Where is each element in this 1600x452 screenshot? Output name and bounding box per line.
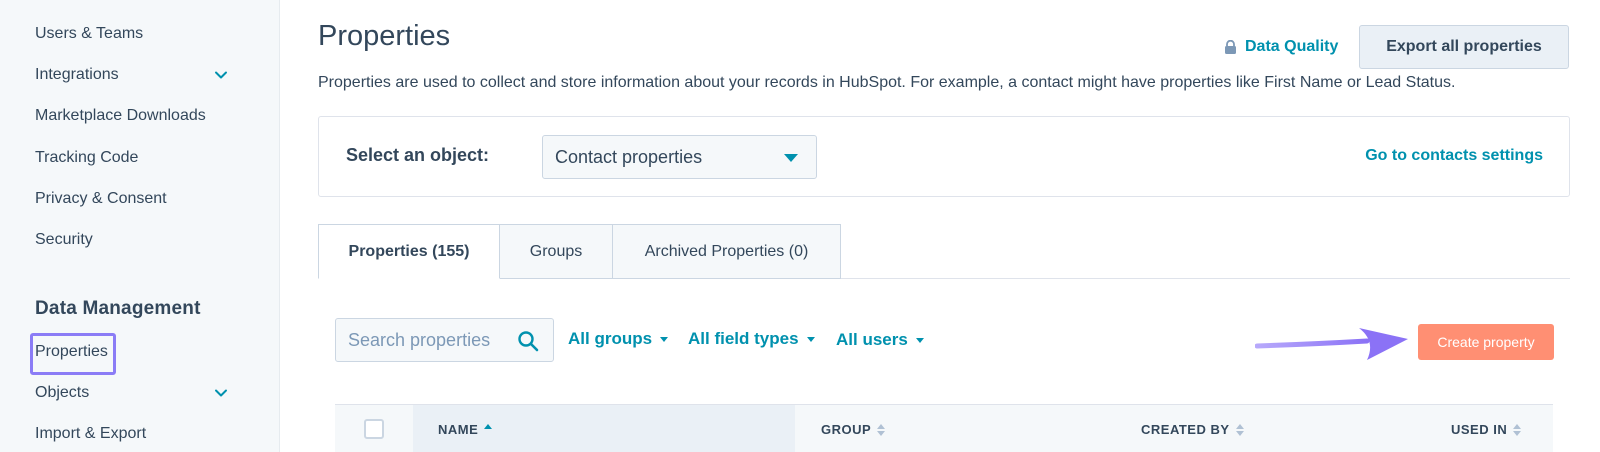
- sort-icon: [484, 423, 493, 436]
- search-box: [335, 318, 554, 362]
- page-title: Properties: [318, 20, 451, 52]
- tab-groups[interactable]: Groups: [499, 224, 613, 279]
- sidebar-item-properties[interactable]: Properties: [35, 341, 108, 363]
- all-groups-filter[interactable]: All groups: [568, 329, 669, 349]
- sort-icon: [877, 423, 886, 436]
- column-name-label: NAME: [438, 422, 479, 437]
- data-quality-label: Data Quality: [1245, 38, 1339, 55]
- column-header-name[interactable]: NAME: [438, 422, 493, 437]
- all-field-types-label: All field types: [688, 329, 799, 348]
- caret-down-icon: [660, 336, 669, 342]
- sidebar-item-privacy-consent[interactable]: Privacy & Consent: [35, 188, 167, 210]
- all-users-filter[interactable]: All users: [836, 330, 924, 350]
- all-users-label: All users: [836, 330, 908, 349]
- select-all-checkbox[interactable]: [364, 419, 384, 439]
- object-selector-label: Select an object:: [346, 145, 490, 165]
- object-select-dropdown[interactable]: Contact properties: [542, 135, 817, 179]
- sidebar-item-integrations[interactable]: Integrations: [35, 64, 119, 86]
- object-selector-panel: Select an object: Contact properties Go …: [318, 116, 1570, 197]
- tab-properties[interactable]: Properties (155): [318, 224, 500, 279]
- tab-archived-properties[interactable]: Archived Properties (0): [612, 224, 841, 279]
- column-group-label: GROUP: [821, 422, 872, 437]
- column-used-in-label: USED IN: [1451, 422, 1508, 437]
- table-header: NAME GROUP CREATED BY USED IN: [335, 404, 1553, 452]
- sort-icon: [1235, 423, 1244, 436]
- sidebar-item-objects[interactable]: Objects: [35, 382, 89, 404]
- caret-down-icon: [806, 336, 815, 342]
- page-description: Properties are used to collect and store…: [318, 74, 1456, 91]
- export-all-properties-button[interactable]: Export all properties: [1359, 25, 1569, 69]
- column-header-created-by[interactable]: CREATED BY: [1141, 422, 1244, 437]
- chevron-down-icon[interactable]: [213, 385, 229, 401]
- all-groups-label: All groups: [568, 329, 653, 348]
- object-select-value: Contact properties: [555, 146, 703, 167]
- lock-icon: [1225, 39, 1236, 54]
- search-input[interactable]: [336, 319, 516, 361]
- caret-down-icon: [784, 154, 798, 162]
- search-icon[interactable]: [517, 330, 539, 352]
- column-header-group[interactable]: GROUP: [821, 422, 886, 437]
- sidebar-item-marketplace-downloads[interactable]: Marketplace Downloads: [35, 105, 206, 127]
- sidebar-item-users-teams[interactable]: Users & Teams: [35, 23, 143, 45]
- sidebar-item-security[interactable]: Security: [35, 229, 93, 251]
- caret-down-icon: [915, 337, 924, 343]
- sidebar-item-tracking-code[interactable]: Tracking Code: [35, 147, 138, 169]
- column-header-used-in[interactable]: USED IN: [1451, 422, 1522, 437]
- data-quality-link[interactable]: Data Quality: [1224, 36, 1338, 58]
- column-created-by-label: CREATED BY: [1141, 422, 1230, 437]
- contacts-settings-link[interactable]: Go to contacts settings: [1365, 147, 1543, 165]
- annotation-arrow-icon: [1255, 328, 1408, 360]
- sort-icon: [1513, 423, 1522, 436]
- chevron-down-icon[interactable]: [213, 67, 229, 83]
- create-property-button[interactable]: Create property: [1418, 324, 1554, 360]
- sidebar-section-title: Data Management: [35, 298, 201, 319]
- sidebar-item-import-export[interactable]: Import & Export: [35, 423, 146, 445]
- all-field-types-filter[interactable]: All field types: [688, 329, 815, 349]
- settings-sidebar: Users & Teams Integrations Marketplace D…: [0, 0, 280, 452]
